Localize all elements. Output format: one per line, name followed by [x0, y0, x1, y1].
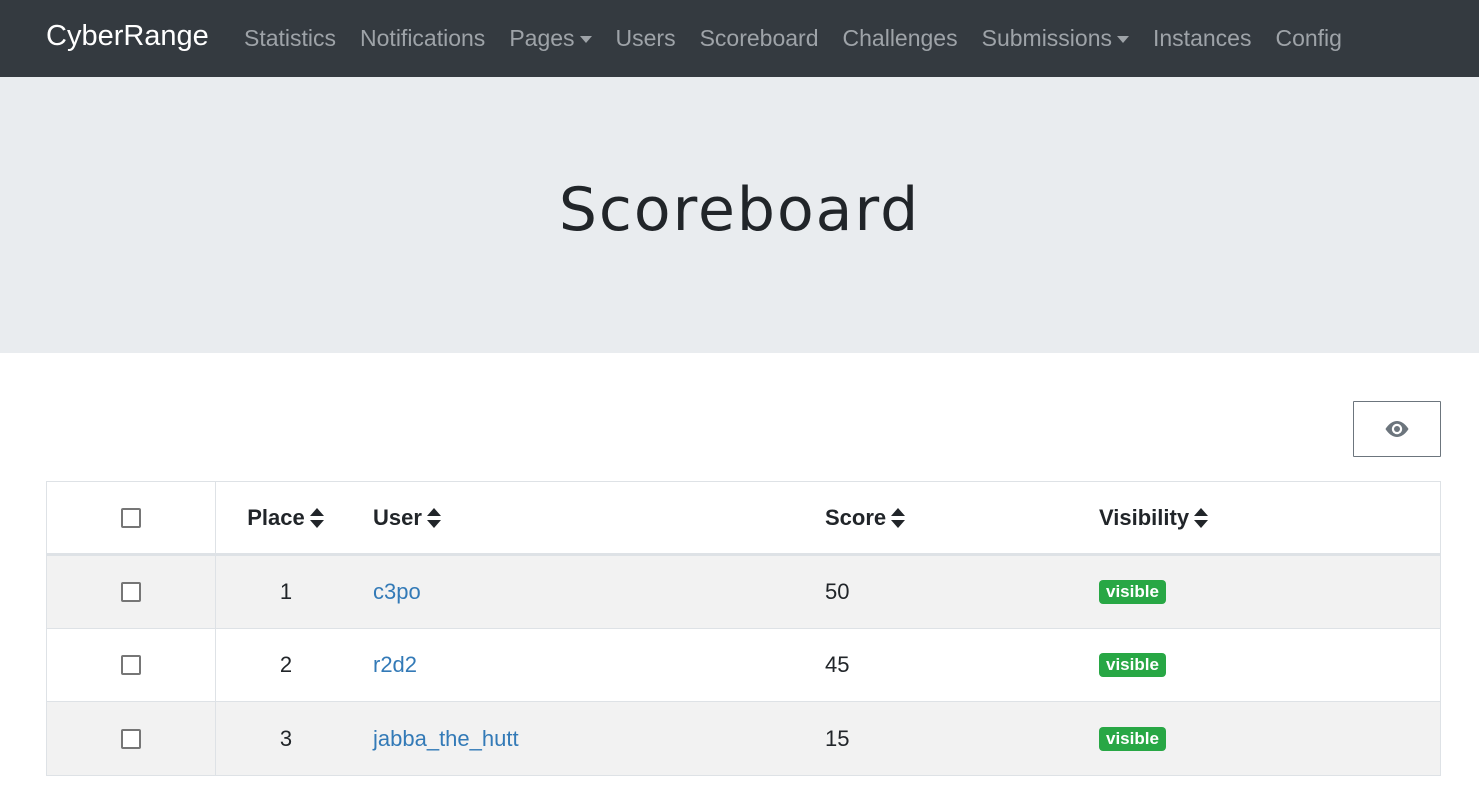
nav-item-label: Challenges	[842, 25, 958, 51]
sort-icon	[891, 507, 906, 528]
nav-links: Statistics Notifications Pages Users Sco…	[232, 0, 1354, 77]
column-header-label: Score	[825, 504, 887, 530]
nav-item-label: Statistics	[244, 25, 337, 51]
caret-down-icon	[579, 36, 592, 43]
visibility-badge: visible	[1099, 580, 1166, 604]
nav-item-instances[interactable]: Instances	[1141, 0, 1263, 77]
visibility-cell: visible	[1099, 556, 1166, 628]
toggle-visibility-button[interactable]	[1353, 401, 1441, 457]
column-header-label: User	[373, 504, 422, 530]
visibility-cell: visible	[1099, 629, 1166, 701]
brand-link[interactable]: CyberRange	[46, 18, 209, 54]
table-row: 2 r2d2 45 visible	[47, 629, 1440, 702]
visibility-badge: visible	[1099, 653, 1166, 677]
table-row: 3 jabba_the_hutt 15 visible	[47, 702, 1440, 775]
place-cell: 1	[279, 579, 293, 604]
caret-down-icon	[1117, 36, 1129, 43]
nav-item-challenges[interactable]: Challenges	[831, 0, 970, 77]
visibility-badge: visible	[1099, 726, 1166, 751]
column-header-user[interactable]: User	[373, 482, 442, 553]
top-navbar: CyberRange Statistics Notifications Page…	[0, 0, 1479, 77]
nav-item-label: Instances	[1153, 25, 1252, 51]
table-row: 1 c3po 50 visible	[47, 556, 1440, 629]
nav-item-statistics[interactable]: Statistics	[232, 0, 348, 77]
nav-item-label: Notifications	[360, 25, 486, 51]
select-all-checkbox[interactable]	[121, 507, 141, 528]
sort-icon	[426, 507, 441, 528]
score-cell: 45	[825, 652, 850, 677]
place-cell: 2	[279, 652, 293, 677]
score-cell: 50	[825, 579, 850, 604]
column-header-place[interactable]: Place	[216, 482, 356, 553]
place-cell: 3	[279, 725, 293, 751]
user-cell: jabba_the_hutt	[373, 702, 519, 775]
user-cell: c3po	[373, 556, 421, 628]
column-header-visibility[interactable]: Visibility	[1099, 482, 1209, 553]
nav-item-label: Pages	[509, 25, 575, 51]
sort-icon	[309, 507, 324, 528]
row-select-cell	[47, 556, 216, 628]
score-cell: 15	[825, 725, 850, 751]
sort-icon	[1194, 507, 1209, 528]
column-header-label: Place	[247, 504, 305, 530]
nav-item-config[interactable]: Config	[1263, 0, 1353, 77]
user-link[interactable]: c3po	[373, 579, 421, 605]
nav-item-label: Scoreboard	[699, 25, 819, 51]
column-header-label: Visibility	[1099, 504, 1190, 530]
column-header-score[interactable]: Score	[825, 482, 906, 553]
nav-item-submissions-dropdown[interactable]: Submissions	[970, 0, 1141, 77]
row-select-checkbox[interactable]	[121, 582, 141, 602]
nav-item-pages-dropdown[interactable]: Pages	[497, 0, 603, 77]
row-select-checkbox[interactable]	[121, 728, 141, 749]
visibility-cell: visible	[1099, 702, 1166, 775]
row-select-checkbox[interactable]	[121, 655, 141, 675]
page-header: Scoreboard	[0, 77, 1479, 353]
nav-item-label: Users	[615, 25, 676, 51]
nav-item-scoreboard[interactable]: Scoreboard	[688, 0, 831, 77]
nav-item-users[interactable]: Users	[604, 0, 688, 77]
eye-icon	[1385, 421, 1409, 437]
table-header-row: Place User Score Visibility	[47, 482, 1440, 556]
nav-item-label: Config	[1275, 25, 1342, 51]
select-all-cell	[47, 482, 216, 553]
page-title: Scoreboard	[558, 175, 921, 245]
row-select-cell	[47, 702, 216, 775]
nav-item-notifications[interactable]: Notifications	[348, 0, 497, 77]
user-link[interactable]: r2d2	[373, 652, 417, 678]
scoreboard-table: Place User Score Visibility 1 c3po 50 vi…	[46, 481, 1441, 776]
user-cell: r2d2	[373, 629, 417, 701]
user-link[interactable]: jabba_the_hutt	[373, 726, 519, 752]
row-select-cell	[47, 629, 216, 701]
nav-item-label: Submissions	[981, 25, 1112, 51]
